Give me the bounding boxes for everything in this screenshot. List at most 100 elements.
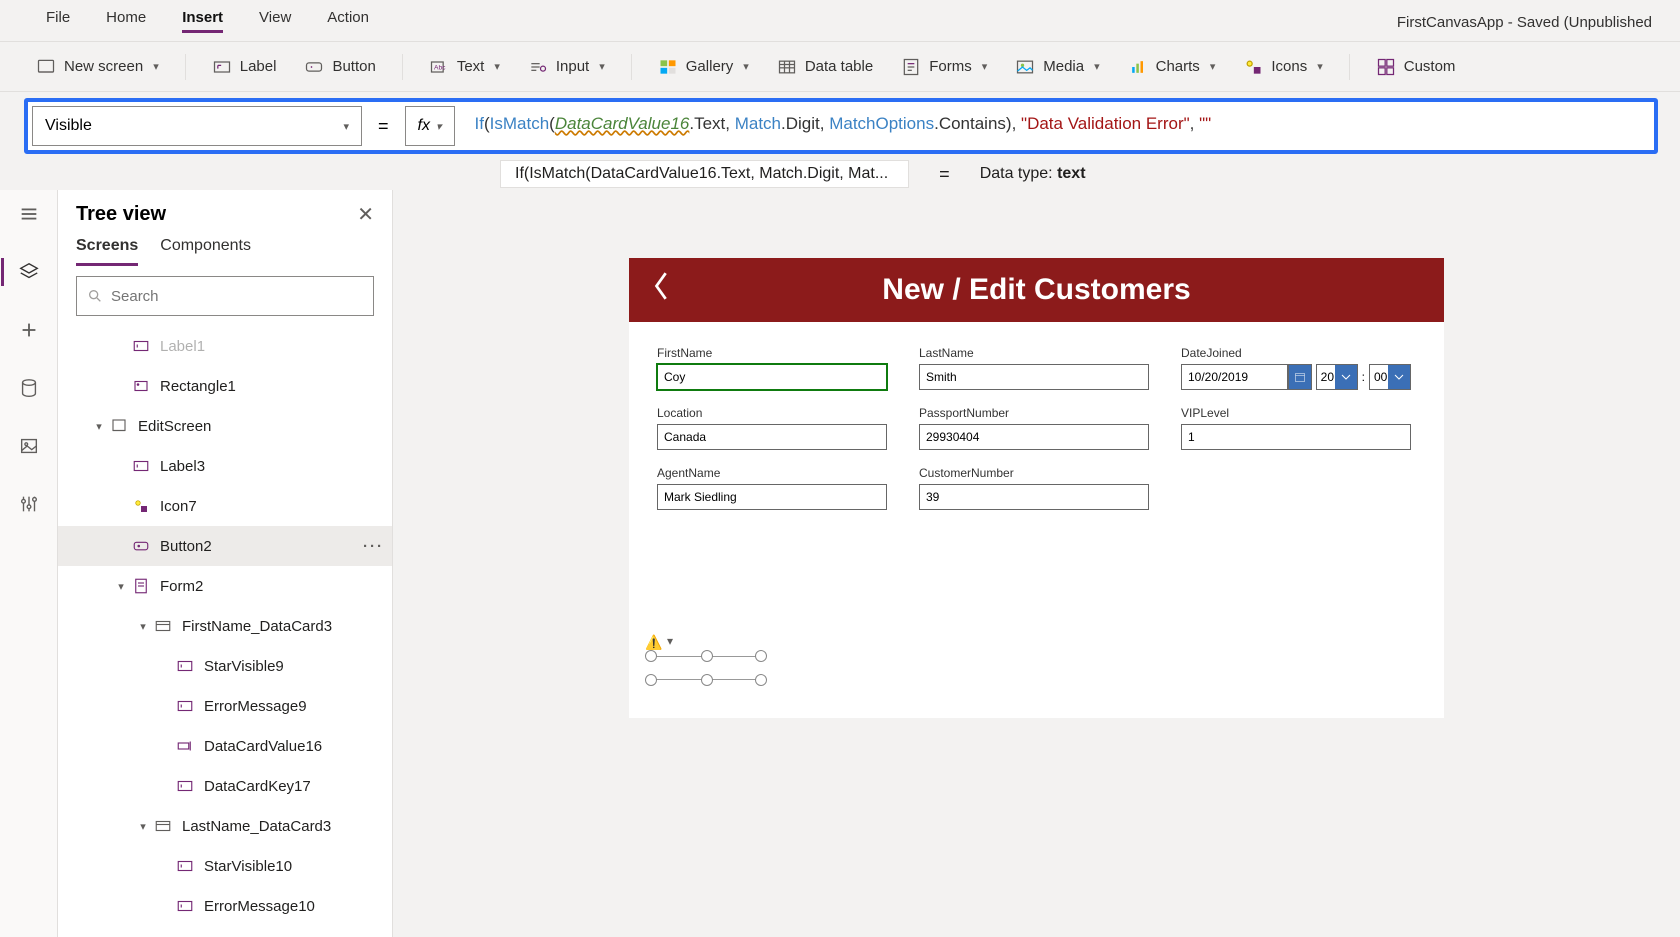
rail-insert[interactable] — [11, 312, 47, 348]
insert-charts-button[interactable]: Charts ▾ — [1120, 53, 1224, 81]
input-location[interactable] — [657, 424, 887, 450]
menu-insert[interactable]: Insert — [164, 0, 241, 41]
field-custno: CustomerNumber — [919, 466, 1149, 510]
close-icon[interactable]: ✕ — [357, 202, 374, 227]
rail-data[interactable] — [11, 370, 47, 406]
caret-icon[interactable]: ▾ — [134, 820, 152, 833]
form-grid: FirstName LastName DateJoined — [629, 322, 1444, 534]
rail-media[interactable] — [11, 428, 47, 464]
rail-advanced[interactable] — [11, 486, 47, 522]
resize-handle[interactable] — [755, 674, 767, 686]
chevron-down-icon: ▾ — [343, 120, 349, 133]
formula-input[interactable]: If(IsMatch(DataCardValue16.Text, Match.D… — [465, 106, 1650, 146]
tree-node-DataCardValue16[interactable]: DataCardValue16··· — [58, 726, 392, 766]
tree-node-FirstName_DataCard3[interactable]: ▾FirstName_DataCard3··· — [58, 606, 392, 646]
property-selector[interactable]: Visible ▾ — [32, 106, 362, 146]
caret-icon[interactable]: ▾ — [90, 420, 108, 433]
tree-node-label: ErrorMessage9 — [204, 698, 307, 715]
charts-label: Charts — [1156, 58, 1200, 75]
date-combo: 20 : 00 — [1181, 364, 1411, 390]
menu-action[interactable]: Action — [309, 0, 387, 41]
tree-node-Label1[interactable]: Label1··· — [58, 326, 392, 366]
tok: .Contains — [934, 114, 1006, 133]
menu-home[interactable]: Home — [88, 0, 164, 41]
chevron-down-icon: ▾ — [743, 60, 749, 73]
rail-hamburger[interactable] — [11, 196, 47, 232]
caret-icon[interactable]: ▾ — [134, 620, 152, 633]
fx-button[interactable]: fx ▾ — [405, 106, 455, 146]
insert-text-button[interactable]: Abc Text ▾ — [421, 53, 508, 81]
input-date[interactable] — [1181, 364, 1288, 390]
data-table-icon — [777, 57, 797, 77]
resize-handle[interactable] — [701, 650, 713, 662]
label-text: Label — [240, 58, 277, 75]
tree-node-Icon7[interactable]: Icon7··· — [58, 486, 392, 526]
tree-node-LastName_DataCard3[interactable]: ▾LastName_DataCard3··· — [58, 806, 392, 846]
insert-icons-button[interactable]: Icons ▾ — [1235, 53, 1330, 81]
search-input[interactable] — [111, 288, 363, 305]
card-icon — [152, 615, 174, 637]
input-agent[interactable] — [657, 484, 887, 510]
input-passport[interactable] — [919, 424, 1149, 450]
menu-file[interactable]: File — [28, 0, 88, 41]
back-icon[interactable] — [651, 269, 673, 311]
calendar-button[interactable] — [1288, 364, 1312, 390]
tree-node-EditScreen[interactable]: ▾EditScreen··· — [58, 406, 392, 446]
insert-forms-button[interactable]: Forms ▾ — [893, 53, 995, 81]
tok-str2: "" — [1199, 114, 1211, 133]
rail-tree-view[interactable] — [11, 254, 47, 290]
resize-handle[interactable] — [645, 674, 657, 686]
data-table-label: Data table — [805, 58, 873, 75]
field-location: Location — [657, 406, 887, 450]
form-icon — [130, 575, 152, 597]
icon-icon — [130, 495, 152, 517]
tree-node-StarVisible9[interactable]: StarVisible9··· — [58, 646, 392, 686]
dropdown-hour[interactable]: 20 — [1316, 364, 1358, 390]
insert-data-table-button[interactable]: Data table — [769, 53, 881, 81]
tree-node-Label3[interactable]: Label3··· — [58, 446, 392, 486]
new-screen-button[interactable]: New screen ▾ — [28, 53, 167, 81]
insert-media-button[interactable]: Media ▾ — [1007, 53, 1107, 81]
insert-label-button[interactable]: Label — [204, 53, 285, 81]
tree-node-Button2[interactable]: Button2··· — [58, 526, 392, 566]
chevron-down-icon: ▾ — [153, 60, 159, 73]
input-lastname[interactable] — [919, 364, 1149, 390]
tree-node-Rectangle1[interactable]: Rectangle1··· — [58, 366, 392, 406]
menu-view[interactable]: View — [241, 0, 309, 41]
caret-icon[interactable]: ▾ — [112, 580, 130, 593]
tab-components[interactable]: Components — [160, 237, 251, 266]
tab-screens[interactable]: Screens — [76, 237, 138, 266]
tree-node-StarVisible10[interactable]: StarVisible10··· — [58, 846, 392, 886]
input-custno[interactable] — [919, 484, 1149, 510]
dropdown-minute[interactable]: 00 — [1369, 364, 1411, 390]
media-label: Media — [1043, 58, 1084, 75]
tree-node-DataCardKey17[interactable]: DataCardKey17··· — [58, 766, 392, 806]
insert-button-button[interactable]: Button — [296, 53, 383, 81]
more-icon[interactable]: ··· — [363, 538, 384, 555]
minute-value: 00 — [1370, 370, 1388, 384]
resize-handle[interactable] — [645, 650, 657, 662]
resize-handle[interactable] — [701, 674, 713, 686]
chevron-down-icon: ▾ — [494, 60, 500, 73]
insert-input-button[interactable]: Input ▾ — [520, 53, 613, 81]
separator — [1349, 54, 1350, 80]
search-input-wrapper[interactable] — [76, 276, 374, 316]
chevron-down-icon[interactable]: ▾ — [667, 634, 673, 648]
input-firstname[interactable] — [657, 364, 887, 390]
tree-list[interactable]: Label1···Rectangle1···▾EditScreen···Labe… — [58, 326, 392, 937]
canvas-area[interactable]: New / Edit Customers FirstName LastName … — [393, 190, 1680, 937]
input-vip[interactable] — [1181, 424, 1411, 450]
label-firstname: FirstName — [657, 346, 887, 360]
tree-node-Form2[interactable]: ▾Form2··· — [58, 566, 392, 606]
input-icon — [528, 57, 548, 77]
insert-custom-button[interactable]: Custom — [1368, 53, 1464, 81]
label-passport: PassportNumber — [919, 406, 1149, 420]
gallery-icon — [658, 57, 678, 77]
field-passport: PassportNumber — [919, 406, 1149, 450]
tree-node-ErrorMessage9[interactable]: ErrorMessage9··· — [58, 686, 392, 726]
tree-node-ErrorMessage10[interactable]: ErrorMessage10··· — [58, 886, 392, 926]
resize-handle[interactable] — [755, 650, 767, 662]
selection-handles[interactable]: ⚠️ ▾ — [651, 648, 761, 688]
insert-gallery-button[interactable]: Gallery ▾ — [650, 53, 757, 81]
tree-node-label: DataCardValue16 — [204, 738, 322, 755]
